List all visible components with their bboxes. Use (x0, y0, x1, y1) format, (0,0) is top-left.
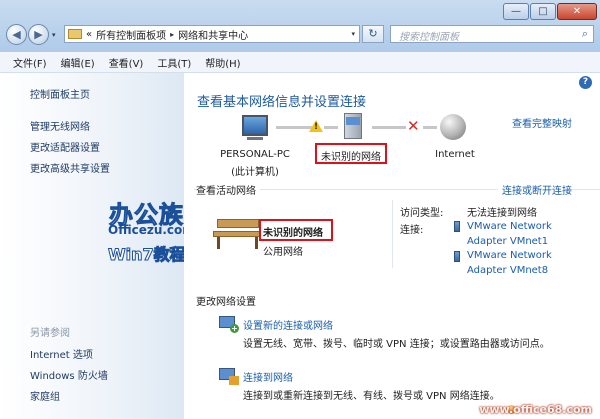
menu-tools[interactable]: 工具(T) (150, 55, 198, 70)
network-node-label[interactable]: 未识别的网络 (317, 148, 385, 163)
warning-mark: ! (314, 122, 319, 132)
adapter-vmnet8-line2[interactable]: Adapter VMnet8 (467, 265, 548, 276)
access-type-label: 访问类型: (400, 208, 444, 219)
link-line-icon (372, 126, 406, 129)
active-network-type[interactable]: 公用网络 (263, 243, 303, 258)
adapter-vmnet1-line2[interactable]: Adapter VMnet1 (467, 236, 548, 247)
refresh-button[interactable]: ↻ (362, 25, 384, 43)
chevron-down-icon[interactable]: ▾ (351, 30, 355, 38)
connect-network-icon (217, 368, 239, 386)
active-networks-heading: 查看活动网络 (196, 182, 260, 197)
breadcrumb-overflow[interactable]: « (86, 29, 92, 40)
sidebar-item-sharing[interactable]: 更改高级共享设置 (30, 160, 110, 175)
adapter-vmnet1-line1[interactable]: VMware Network (467, 221, 552, 232)
sidebar-item-adapter[interactable]: 更改适配器设置 (30, 139, 100, 154)
connect-network-link[interactable]: 连接到网络 (243, 369, 293, 384)
sidebar-item-firewall[interactable]: Windows 防火墙 (30, 367, 108, 382)
setup-connection-link[interactable]: 设置新的连接或网络 (243, 317, 333, 332)
history-dropdown[interactable]: ▾ (52, 31, 56, 39)
divider (392, 200, 393, 268)
access-type-value: 无法连接到网络 (467, 208, 537, 219)
address-bar[interactable]: « 所有控制面板项 ▸ 网络和共享中心 ▾ (64, 25, 360, 43)
see-also-heading: 另请参阅 (30, 328, 70, 339)
folder-icon (68, 29, 82, 39)
internet-globe-icon[interactable] (440, 114, 466, 140)
link-line-icon (276, 126, 312, 129)
menu-file[interactable]: 文件(F) (0, 55, 54, 70)
nav-buttons: ◀ ▶ ▾ (6, 24, 56, 45)
maximize-button[interactable]: □ (530, 3, 556, 20)
sidebar-item-home[interactable]: 控制面板主页 (30, 86, 90, 101)
pc-name-label: PERSONAL-PC (220, 149, 290, 160)
connect-network-desc: 连接到或重新连接到无线、有线、拨号或 VPN 网络连接。 (243, 391, 500, 402)
computer-icon[interactable] (240, 115, 270, 141)
sidebar-item-homegroup[interactable]: 家庭组 (30, 388, 60, 403)
change-settings-heading: 更改网络设置 (196, 297, 256, 308)
breadcrumb-network-center[interactable]: 网络和共享中心 (178, 27, 248, 42)
error-x-icon[interactable]: ✕ (407, 117, 420, 135)
help-icon[interactable]: ? (579, 76, 592, 89)
new-connection-icon: + (217, 316, 239, 334)
main-pane: ? 查看基本网络信息并设置连接 ! ✕ PERSONAL-PC (此计算机) 未… (184, 73, 600, 419)
plus-icon: + (230, 324, 239, 333)
forward-button[interactable]: ▶ (28, 24, 49, 45)
back-button[interactable]: ◀ (6, 24, 27, 45)
connect-disconnect-link[interactable]: 连接或断开连接 (498, 182, 572, 197)
logo-site: Officezu.com (108, 223, 195, 237)
minimize-button[interactable]: — (503, 3, 529, 20)
search-icon[interactable]: ⌕ (582, 27, 588, 41)
pc-sub-label: (此计算机) (231, 167, 279, 178)
search-placeholder: 搜索控制面板 (399, 32, 459, 43)
chevron-right-icon[interactable]: ▸ (170, 30, 174, 39)
window-chrome: — □ ✕ ◀ ▶ ▾ « 所有控制面板项 ▸ 网络和共享中心 ▾ ↻ 搜索控制… (0, 0, 600, 52)
link-line-icon (324, 126, 338, 129)
watermark-text: www.office68.com (479, 403, 592, 416)
menu-view[interactable]: 查看(V) (102, 55, 151, 70)
menu-bar: 文件(F) 编辑(E) 查看(V) 工具(T) 帮助(H) (0, 52, 600, 73)
full-map-link[interactable]: 查看完整映射 (512, 115, 572, 130)
sidebar-item-internet-options[interactable]: Internet 选项 (30, 346, 93, 361)
network-adapter-icon (454, 251, 460, 262)
close-button[interactable]: ✕ (557, 3, 597, 20)
network-adapter-icon (454, 221, 460, 232)
setup-connection-desc: 设置无线、宽带、拨号、临时或 VPN 连接；或设置路由器或访问点。 (243, 339, 550, 350)
connections-label: 连接: (400, 225, 424, 236)
window-controls: — □ ✕ (503, 3, 597, 20)
network-icon[interactable] (342, 113, 364, 143)
officezu-logo: 办公族 Officezu.com Win7教程 (103, 195, 195, 267)
breadcrumb-control-panel[interactable]: 所有控制面板项 (96, 27, 166, 42)
link-line-icon (423, 126, 437, 129)
adapter-vmnet8-line1[interactable]: VMware Network (467, 250, 552, 261)
menu-edit[interactable]: 编辑(E) (54, 55, 102, 70)
logo-sub: Win7教程 (108, 245, 187, 265)
search-input[interactable]: 搜索控制面板 ⌕ (390, 25, 594, 43)
menu-help[interactable]: 帮助(H) (198, 55, 247, 70)
internet-node-label: Internet (435, 149, 475, 160)
active-network-name: 未识别的网络 (263, 228, 323, 239)
page-title: 查看基本网络信息并设置连接 (197, 95, 367, 110)
sidebar-item-wireless[interactable]: 管理无线网络 (30, 118, 90, 133)
